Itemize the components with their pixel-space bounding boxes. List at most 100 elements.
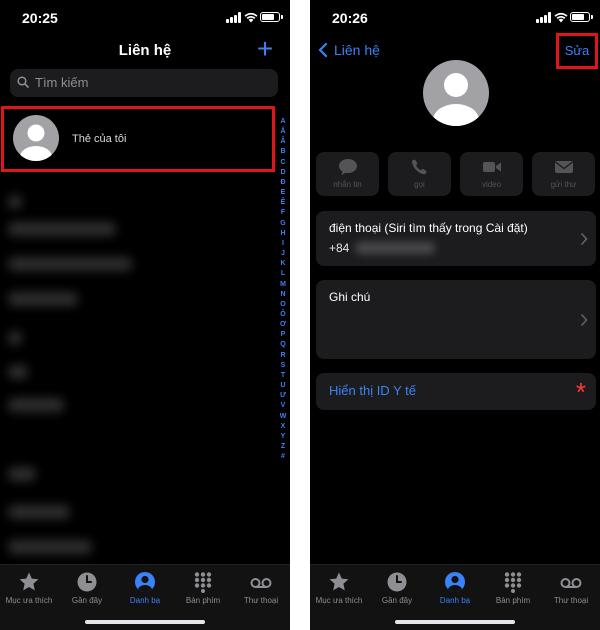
contact-detail-screen: 20:26 Liên hệ Sửa nhắn tin gọi video gửi…: [310, 0, 600, 630]
index-letter[interactable]: N: [278, 290, 288, 300]
tab-contacts[interactable]: Danh bạ: [116, 571, 174, 605]
video-icon: [482, 162, 501, 172]
index-letter[interactable]: S: [278, 361, 288, 371]
avatar-icon: [423, 60, 489, 126]
search-input[interactable]: Tìm kiếm: [10, 69, 278, 97]
contacts-list-screen: 20:25 Liên hệ + Tìm kiếm Thẻ của tôi A Ă…: [0, 0, 290, 630]
home-indicator: [85, 620, 205, 624]
index-letter[interactable]: Q: [278, 340, 288, 350]
list-item[interactable]: [8, 505, 70, 519]
medical-id-row[interactable]: Hiển thị ID Y tế *: [316, 373, 596, 410]
avatar-icon: [13, 115, 59, 161]
index-letter[interactable]: H: [278, 229, 288, 239]
keypad-icon: [504, 572, 522, 593]
tab-favorites[interactable]: Mục ưa thích: [0, 571, 58, 605]
voicemail-icon: [560, 578, 582, 588]
contacts-icon: [135, 572, 155, 592]
status-time: 20:26: [332, 10, 368, 26]
tab-recents[interactable]: Gần đây: [58, 571, 116, 605]
call-button[interactable]: gọi: [388, 152, 451, 196]
message-button[interactable]: nhắn tin: [316, 152, 379, 196]
index-letter[interactable]: X: [278, 422, 288, 432]
index-letter[interactable]: Ơ: [278, 320, 288, 330]
action-label: gọi: [414, 180, 425, 189]
list-item[interactable]: [8, 195, 22, 209]
index-letter[interactable]: B: [278, 147, 288, 157]
action-label: video: [481, 180, 502, 189]
index-letter[interactable]: W: [278, 412, 288, 422]
index-letter[interactable]: Z: [278, 442, 288, 452]
list-item[interactable]: [8, 222, 116, 236]
index-letter[interactable]: U: [278, 381, 288, 391]
battery-icon: [260, 12, 283, 22]
chevron-right-icon: [581, 314, 588, 326]
phone-number-row[interactable]: điện thoại (Siri tìm thấy trong Cài đặt)…: [316, 211, 596, 266]
medical-id-label: Hiển thị ID Y tế: [329, 383, 416, 398]
list-item[interactable]: [8, 398, 64, 412]
phone-prefix: +84: [329, 241, 350, 255]
notes-label: Ghi chú: [329, 290, 371, 304]
status-time: 20:25: [22, 10, 58, 26]
index-letter[interactable]: Â: [278, 137, 288, 147]
alphabet-index[interactable]: A Ă Â B C D Đ E Ê F G H I J K L M N O Ô …: [278, 117, 288, 462]
tab-label: Bàn phím: [185, 596, 221, 605]
mail-button[interactable]: gửi thư: [532, 152, 595, 196]
index-letter[interactable]: A: [278, 117, 288, 127]
index-letter[interactable]: Đ: [278, 178, 288, 188]
star-icon: [329, 572, 349, 591]
index-letter[interactable]: I: [278, 239, 288, 249]
index-letter[interactable]: Ư: [278, 391, 288, 401]
list-item[interactable]: [8, 467, 36, 481]
list-item[interactable]: [8, 540, 92, 554]
index-letter[interactable]: Ă: [278, 127, 288, 137]
search-icon: [17, 76, 29, 88]
index-letter[interactable]: Ê: [278, 198, 288, 208]
index-letter[interactable]: Ô: [278, 310, 288, 320]
list-item[interactable]: [8, 257, 132, 271]
tab-voicemail[interactable]: Thư thoại: [232, 571, 290, 605]
tab-keypad[interactable]: Bàn phím: [484, 571, 542, 605]
index-letter[interactable]: M: [278, 280, 288, 290]
action-label: gửi thư: [550, 180, 577, 189]
tab-label: Thư thoại: [243, 596, 279, 605]
index-letter[interactable]: V: [278, 401, 288, 411]
index-letter[interactable]: L: [278, 269, 288, 279]
edit-button[interactable]: Sửa: [556, 33, 598, 69]
index-letter[interactable]: #: [278, 452, 288, 462]
index-letter[interactable]: C: [278, 158, 288, 168]
video-button[interactable]: video: [460, 152, 523, 196]
index-letter[interactable]: E: [278, 188, 288, 198]
tab-keypad[interactable]: Bàn phím: [174, 571, 232, 605]
medical-star-icon: *: [575, 377, 586, 407]
page-title: Liên hệ: [118, 42, 172, 59]
my-card-row[interactable]: Thẻ của tôi: [1, 106, 275, 172]
tab-favorites[interactable]: Mục ưa thích: [310, 571, 368, 605]
tab-bar: Mục ưa thích Gần đây Danh bạ Bàn phím Th…: [310, 564, 600, 630]
index-letter[interactable]: P: [278, 330, 288, 340]
contacts-icon: [445, 572, 465, 592]
tab-label: Danh bạ: [129, 596, 161, 605]
index-letter[interactable]: J: [278, 249, 288, 259]
add-contact-button[interactable]: +: [252, 35, 278, 63]
index-letter[interactable]: T: [278, 371, 288, 381]
index-letter[interactable]: O: [278, 300, 288, 310]
tab-voicemail[interactable]: Thư thoại: [542, 571, 600, 605]
index-letter[interactable]: Y: [278, 432, 288, 442]
index-letter[interactable]: R: [278, 351, 288, 361]
status-bar: 20:25: [0, 0, 290, 36]
wifi-icon: [244, 12, 258, 23]
list-item[interactable]: [8, 365, 28, 379]
voicemail-icon: [250, 578, 272, 588]
notes-field[interactable]: Ghi chú: [316, 280, 596, 359]
index-letter[interactable]: K: [278, 259, 288, 269]
list-item[interactable]: [8, 292, 78, 306]
mail-icon: [554, 161, 573, 173]
index-letter[interactable]: F: [278, 208, 288, 218]
back-button[interactable]: Liên hệ: [318, 42, 380, 58]
tab-contacts[interactable]: Danh bạ: [426, 571, 484, 605]
index-letter[interactable]: D: [278, 168, 288, 178]
index-letter[interactable]: G: [278, 219, 288, 229]
tab-recents[interactable]: Gần đây: [368, 571, 426, 605]
list-item[interactable]: [8, 331, 22, 345]
status-bar: 20:26: [310, 0, 600, 36]
